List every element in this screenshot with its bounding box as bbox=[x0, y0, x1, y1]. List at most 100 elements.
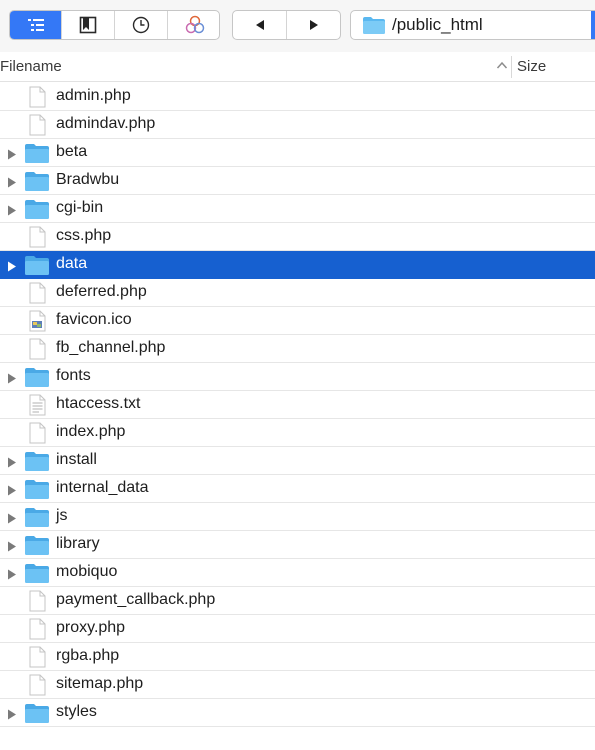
back-button[interactable] bbox=[233, 11, 287, 39]
folder-row[interactable]: styles bbox=[0, 699, 595, 727]
text-file-icon bbox=[24, 394, 50, 416]
bookmarks-icon bbox=[79, 16, 97, 34]
file-row[interactable]: deferred.php bbox=[0, 279, 595, 307]
folder-icon bbox=[24, 702, 50, 724]
disclosure-triangle-icon[interactable] bbox=[7, 483, 17, 496]
file-row[interactable]: sitemap.php bbox=[0, 671, 595, 699]
document-icon bbox=[24, 646, 50, 668]
file-name: styles bbox=[56, 703, 97, 720]
file-name: fb_channel.php bbox=[56, 339, 166, 356]
file-name: beta bbox=[56, 143, 88, 160]
history-button[interactable] bbox=[115, 11, 168, 39]
folder-icon bbox=[363, 16, 385, 34]
filename-column-header[interactable]: Filename bbox=[0, 58, 62, 75]
folder-row[interactable]: fonts bbox=[0, 363, 595, 391]
disclosure-triangle-icon[interactable] bbox=[7, 511, 17, 524]
document-icon bbox=[24, 590, 50, 612]
document-icon bbox=[24, 618, 50, 640]
sync-button[interactable] bbox=[168, 11, 219, 39]
document-icon bbox=[24, 114, 50, 136]
folder-icon bbox=[24, 562, 50, 584]
file-name: data bbox=[56, 255, 88, 272]
bookmarks-button[interactable] bbox=[62, 11, 115, 39]
disclosure-triangle-icon[interactable] bbox=[7, 259, 17, 272]
document-icon bbox=[24, 422, 50, 444]
disclosure-triangle-icon[interactable] bbox=[7, 175, 17, 188]
file-row[interactable]: proxy.php bbox=[0, 615, 595, 643]
disclosure-triangle-icon[interactable] bbox=[7, 203, 17, 216]
navigation-segmented-control bbox=[232, 10, 341, 40]
folder-row[interactable]: cgi-bin bbox=[0, 195, 595, 223]
file-list: admin.php admindav.php beta Bradwbu cgi-bin c… bbox=[0, 83, 595, 727]
folder-icon bbox=[24, 478, 50, 500]
document-icon bbox=[24, 674, 50, 696]
document-icon bbox=[24, 338, 50, 360]
folder-row[interactable]: library bbox=[0, 531, 595, 559]
file-name: fonts bbox=[56, 367, 91, 384]
folder-row[interactable]: Bradwbu bbox=[0, 167, 595, 195]
file-row[interactable]: admindav.php bbox=[0, 111, 595, 139]
folder-icon bbox=[24, 254, 50, 276]
disclosure-triangle-icon[interactable] bbox=[7, 455, 17, 468]
file-name: htaccess.txt bbox=[56, 395, 141, 412]
folder-row[interactable]: js bbox=[0, 503, 595, 531]
history-clock-icon bbox=[132, 16, 150, 34]
folder-icon bbox=[24, 366, 50, 388]
path-field-accent bbox=[591, 11, 595, 39]
file-name: rgba.php bbox=[56, 647, 120, 664]
document-icon bbox=[24, 282, 50, 304]
file-name: css.php bbox=[56, 227, 112, 244]
folder-row[interactable]: install bbox=[0, 447, 595, 475]
path-field[interactable]: /public_html bbox=[350, 10, 595, 40]
size-column-header[interactable]: Size bbox=[517, 58, 546, 75]
column-divider[interactable] bbox=[511, 56, 512, 78]
sync-circles-icon bbox=[185, 15, 204, 34]
disclosure-triangle-icon[interactable] bbox=[7, 147, 17, 160]
file-name: admindav.php bbox=[56, 115, 156, 132]
file-name: index.php bbox=[56, 423, 126, 440]
document-icon bbox=[24, 226, 50, 248]
file-name: proxy.php bbox=[56, 619, 126, 636]
file-name: mobiquo bbox=[56, 563, 118, 580]
document-icon bbox=[24, 86, 50, 108]
disclosure-triangle-icon[interactable] bbox=[7, 707, 17, 720]
file-name: install bbox=[56, 451, 97, 468]
disclosure-triangle-icon[interactable] bbox=[7, 371, 17, 384]
file-name: js bbox=[56, 507, 68, 524]
disclosure-triangle-icon[interactable] bbox=[7, 567, 17, 580]
file-name: admin.php bbox=[56, 87, 131, 104]
back-arrow-icon bbox=[255, 20, 264, 30]
file-name: sitemap.php bbox=[56, 675, 144, 692]
folder-icon bbox=[24, 534, 50, 556]
toolbar: /public_html bbox=[0, 0, 595, 52]
folder-row[interactable]: beta bbox=[0, 139, 595, 167]
folder-icon bbox=[24, 142, 50, 164]
folder-icon bbox=[24, 170, 50, 192]
folder-icon bbox=[24, 450, 50, 472]
folder-row[interactable]: mobiquo bbox=[0, 559, 595, 587]
file-name: deferred.php bbox=[56, 283, 147, 300]
file-row[interactable]: admin.php bbox=[0, 83, 595, 111]
image-file-icon bbox=[24, 310, 50, 332]
file-name: library bbox=[56, 535, 100, 552]
file-row[interactable]: index.php bbox=[0, 419, 595, 447]
forward-button[interactable] bbox=[287, 11, 340, 39]
file-row[interactable]: favicon.ico bbox=[0, 307, 595, 335]
file-name: favicon.ico bbox=[56, 311, 132, 328]
file-row[interactable]: htaccess.txt bbox=[0, 391, 595, 419]
forward-arrow-icon bbox=[310, 20, 318, 30]
file-name: cgi-bin bbox=[56, 199, 104, 216]
file-row[interactable]: payment_callback.php bbox=[0, 587, 595, 615]
disclosure-triangle-icon[interactable] bbox=[7, 539, 17, 552]
list-view-button[interactable] bbox=[10, 11, 62, 39]
list-view-icon bbox=[27, 19, 44, 31]
folder-icon bbox=[24, 198, 50, 220]
file-name: internal_data bbox=[56, 479, 149, 496]
folder-row[interactable]: internal_data bbox=[0, 475, 595, 503]
sort-ascending-icon[interactable] bbox=[496, 60, 508, 70]
file-row[interactable]: css.php bbox=[0, 223, 595, 251]
file-name: Bradwbu bbox=[56, 171, 120, 188]
folder-row[interactable]: data bbox=[0, 251, 595, 279]
file-row[interactable]: rgba.php bbox=[0, 643, 595, 671]
file-row[interactable]: fb_channel.php bbox=[0, 335, 595, 363]
